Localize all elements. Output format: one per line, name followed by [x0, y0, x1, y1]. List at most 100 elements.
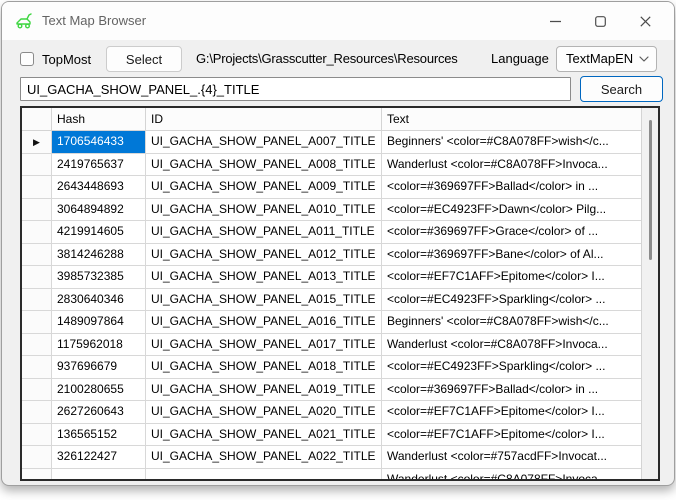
- text-cell[interactable]: <color=#EC4923FF>Sparkling</color> ...: [382, 356, 641, 378]
- language-label: Language: [491, 46, 549, 72]
- maximize-button[interactable]: [578, 2, 623, 40]
- text-cell[interactable]: Wanderlust <color=#C8A078FF>Invoca...: [382, 154, 641, 176]
- id-cell[interactable]: UI_GACHA_SHOW_PANEL_A007_TITLE: [146, 131, 382, 153]
- row-indicator-cell[interactable]: [22, 424, 52, 446]
- search-input[interactable]: [20, 77, 571, 101]
- text-cell[interactable]: <color=#369697FF>Bane</color> of Al...: [382, 244, 641, 266]
- hash-cell[interactable]: 1489097864: [52, 311, 146, 333]
- id-cell[interactable]: UI_GACHA_SHOW_PANEL_A021_TITLE: [146, 424, 382, 446]
- id-cell[interactable]: UI_GACHA_SHOW_PANEL_A017_TITLE: [146, 334, 382, 356]
- scrollbar-thumb[interactable]: [649, 120, 652, 260]
- topmost-checkbox[interactable]: TopMost: [20, 46, 91, 72]
- id-cell[interactable]: UI_GACHA_SHOW_PANEL_A019_TITLE: [146, 379, 382, 401]
- row-indicator-cell[interactable]: [22, 289, 52, 311]
- vertical-scrollbar[interactable]: [641, 108, 658, 479]
- row-indicator-cell[interactable]: [22, 446, 52, 468]
- row-indicator-cell[interactable]: [22, 244, 52, 266]
- table-row: 2643448693 UI_GACHA_SHOW_PANEL_A009_TITL…: [22, 176, 641, 199]
- table-row: 3814246288 UI_GACHA_SHOW_PANEL_A012_TITL…: [22, 244, 641, 267]
- hash-cell[interactable]: 3985732385: [52, 266, 146, 288]
- row-indicator-cell[interactable]: [22, 221, 52, 243]
- column-header-id[interactable]: ID: [146, 108, 382, 130]
- hash-cell[interactable]: 2419765637: [52, 154, 146, 176]
- text-cell[interactable]: <color=#EF7C1AFF>Epitome</color> I...: [382, 266, 641, 288]
- textmap-grid: Hash ID Text ▶ 1706546433 UI_GACHA_SHOW_…: [20, 106, 660, 481]
- text-cell[interactable]: Beginners' <color=#C8A078FF>wish</c...: [382, 311, 641, 333]
- hash-cell[interactable]: 2100280655: [52, 379, 146, 401]
- table-row: 2100280655 UI_GACHA_SHOW_PANEL_A019_TITL…: [22, 379, 641, 402]
- column-header-hash[interactable]: Hash: [52, 108, 146, 130]
- minimize-icon: [550, 16, 561, 27]
- row-indicator-cell[interactable]: [22, 154, 52, 176]
- row-indicator-cell[interactable]: [22, 311, 52, 333]
- hash-cell[interactable]: 3064894892: [52, 199, 146, 221]
- table-row: 4219914605 UI_GACHA_SHOW_PANEL_A011_TITL…: [22, 221, 641, 244]
- table-row: Wanderlust <color=#C8A078FF>Invoca...: [22, 469, 641, 480]
- chevron-down-icon: [639, 55, 649, 63]
- id-cell[interactable]: UI_GACHA_SHOW_PANEL_A022_TITLE: [146, 446, 382, 468]
- hash-cell[interactable]: 1706546433: [52, 131, 146, 153]
- row-indicator-cell[interactable]: ▶: [22, 131, 52, 153]
- hash-cell[interactable]: 2830640346: [52, 289, 146, 311]
- id-cell[interactable]: UI_GACHA_SHOW_PANEL_A020_TITLE: [146, 401, 382, 423]
- id-cell[interactable]: UI_GACHA_SHOW_PANEL_A012_TITLE: [146, 244, 382, 266]
- hash-cell[interactable]: 2627260643: [52, 401, 146, 423]
- table-row: 136565152 UI_GACHA_SHOW_PANEL_A021_TITLE…: [22, 424, 641, 447]
- row-indicator-cell[interactable]: [22, 469, 52, 480]
- topmost-label: TopMost: [42, 52, 91, 67]
- hash-cell[interactable]: 136565152: [52, 424, 146, 446]
- close-icon: [640, 16, 651, 27]
- id-cell[interactable]: [146, 469, 382, 480]
- table-row: 937696679 UI_GACHA_SHOW_PANEL_A018_TITLE…: [22, 356, 641, 379]
- text-cell[interactable]: <color=#EC4923FF>Dawn</color> Pilg...: [382, 199, 641, 221]
- hash-cell[interactable]: 937696679: [52, 356, 146, 378]
- text-cell[interactable]: <color=#369697FF>Ballad</color> in ...: [382, 176, 641, 198]
- row-indicator-cell[interactable]: [22, 199, 52, 221]
- id-cell[interactable]: UI_GACHA_SHOW_PANEL_A008_TITLE: [146, 154, 382, 176]
- table-row: 2419765637 UI_GACHA_SHOW_PANEL_A008_TITL…: [22, 154, 641, 177]
- id-cell[interactable]: UI_GACHA_SHOW_PANEL_A011_TITLE: [146, 221, 382, 243]
- row-indicator-cell[interactable]: [22, 176, 52, 198]
- table-row: 2830640346 UI_GACHA_SHOW_PANEL_A015_TITL…: [22, 289, 641, 312]
- row-indicator-cell[interactable]: [22, 401, 52, 423]
- select-button[interactable]: Select: [106, 46, 182, 72]
- language-combobox[interactable]: TextMapEN: [556, 46, 657, 72]
- id-cell[interactable]: UI_GACHA_SHOW_PANEL_A016_TITLE: [146, 311, 382, 333]
- id-cell[interactable]: UI_GACHA_SHOW_PANEL_A018_TITLE: [146, 356, 382, 378]
- row-indicator-cell[interactable]: [22, 379, 52, 401]
- table-row: 3985732385 UI_GACHA_SHOW_PANEL_A013_TITL…: [22, 266, 641, 289]
- row-indicator-cell[interactable]: [22, 356, 52, 378]
- grid-header: Hash ID Text: [22, 108, 641, 131]
- hash-cell[interactable]: [52, 469, 146, 480]
- hash-cell[interactable]: 3814246288: [52, 244, 146, 266]
- search-button[interactable]: Search: [580, 76, 663, 102]
- text-cell[interactable]: <color=#EC4923FF>Sparkling</color> ...: [382, 289, 641, 311]
- text-cell[interactable]: Wanderlust <color=#C8A078FF>Invoca...: [382, 469, 641, 480]
- id-cell[interactable]: UI_GACHA_SHOW_PANEL_A015_TITLE: [146, 289, 382, 311]
- text-cell[interactable]: <color=#369697FF>Ballad</color> in ...: [382, 379, 641, 401]
- close-button[interactable]: [623, 2, 668, 40]
- table-row-partial: Wanderlust <color=#C8A078FF>Invoca...: [22, 469, 658, 480]
- column-header-text[interactable]: Text: [382, 108, 641, 130]
- text-cell[interactable]: <color=#EF7C1AFF>Epitome</color> I...: [382, 424, 641, 446]
- id-cell[interactable]: UI_GACHA_SHOW_PANEL_A010_TITLE: [146, 199, 382, 221]
- minimize-button[interactable]: [533, 2, 578, 40]
- row-indicator-cell[interactable]: [22, 266, 52, 288]
- hash-cell[interactable]: 2643448693: [52, 176, 146, 198]
- text-cell[interactable]: <color=#EF7C1AFF>Epitome</color> I...: [382, 401, 641, 423]
- current-row-arrow-icon: ▶: [33, 137, 40, 147]
- hash-cell[interactable]: 1175962018: [52, 334, 146, 356]
- text-cell[interactable]: <color=#369697FF>Grace</color> of ...: [382, 221, 641, 243]
- id-cell[interactable]: UI_GACHA_SHOW_PANEL_A013_TITLE: [146, 266, 382, 288]
- text-cell[interactable]: Wanderlust <color=#757acdFF>Invocat...: [382, 446, 641, 468]
- hash-cell[interactable]: 4219914605: [52, 221, 146, 243]
- text-cell[interactable]: Wanderlust <color=#C8A078FF>Invoca...: [382, 334, 641, 356]
- row-header-stub: [22, 108, 52, 130]
- row-indicator-cell[interactable]: [22, 334, 52, 356]
- hash-cell[interactable]: 326122427: [52, 446, 146, 468]
- table-row: 1489097864 UI_GACHA_SHOW_PANEL_A016_TITL…: [22, 311, 641, 334]
- id-cell[interactable]: UI_GACHA_SHOW_PANEL_A009_TITLE: [146, 176, 382, 198]
- grasscutter-logo-icon: [14, 11, 34, 31]
- text-cell[interactable]: Beginners' <color=#C8A078FF>wish</c...: [382, 131, 641, 153]
- toolbar: TopMost Select G:\Projects\Grasscutter_R…: [2, 46, 674, 72]
